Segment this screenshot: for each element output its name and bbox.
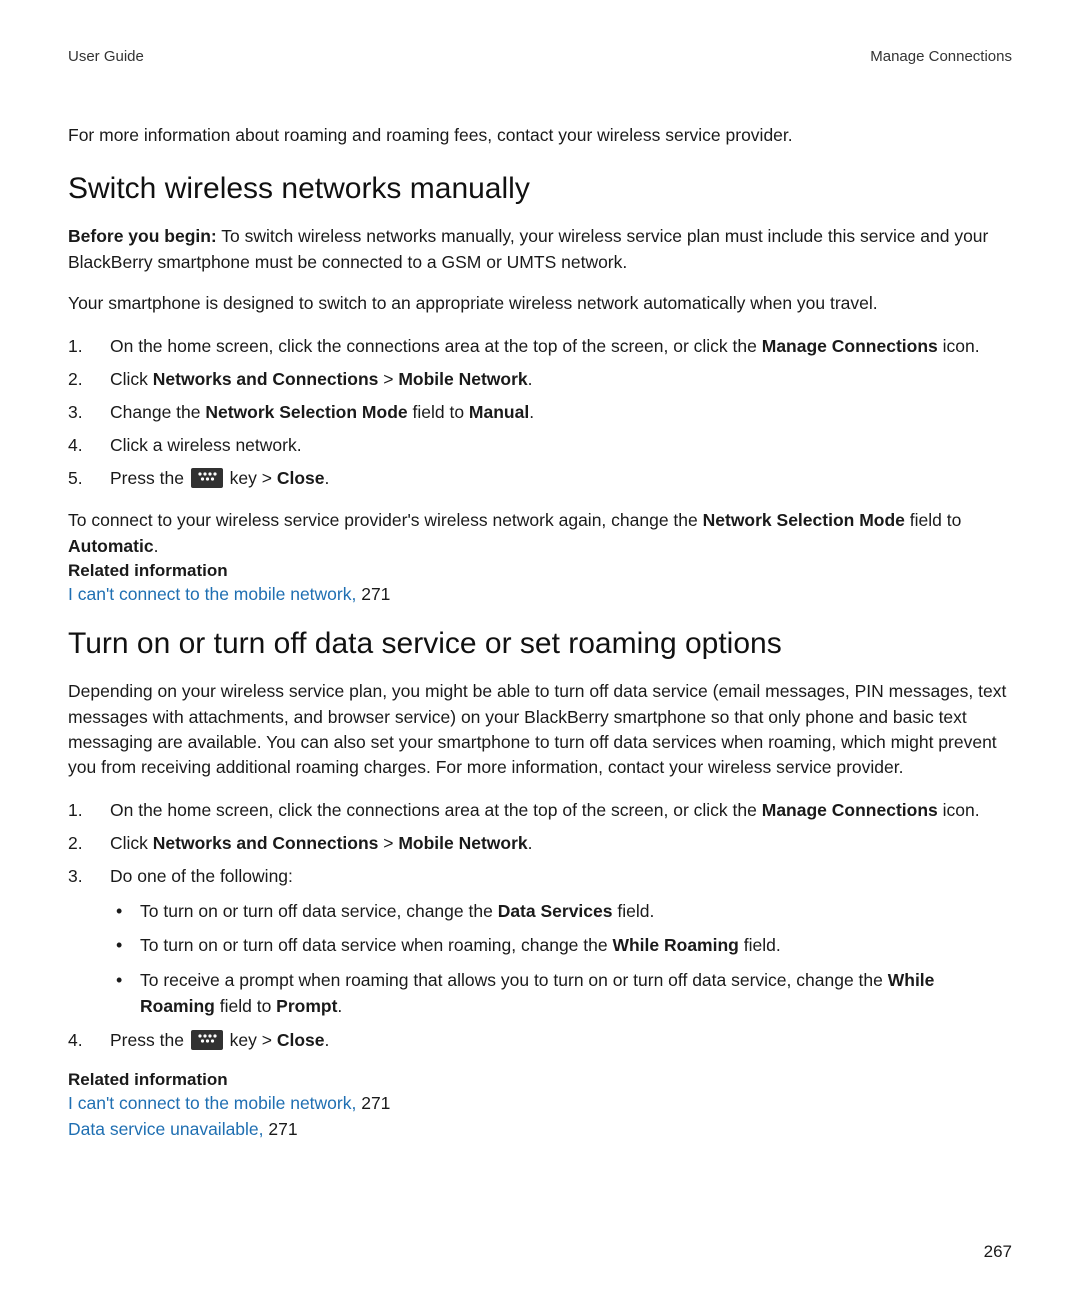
s2-sub3: To receive a prompt when roaming that al… [110,967,1012,1020]
section2-related-link1-row: I can't connect to the mobile network, 2… [68,1090,1012,1116]
page-number: 267 [984,1242,1012,1262]
section2-title: Turn on or turn off data service or set … [68,627,1012,661]
section1-related-heading: Related information [68,561,1012,581]
link-cant-connect-mobile-2[interactable]: I can't connect to the mobile network, [68,1093,356,1113]
page-header: User Guide Manage Connections [68,48,1012,65]
s1-step4: Click a wireless network. [68,432,1012,459]
section2-related-link2-row: Data service unavailable, 271 [68,1116,1012,1142]
header-left: User Guide [68,48,144,65]
s2-step3: Do one of the following: To turn on or t… [68,863,1012,1019]
section1-related-link-row: I can't connect to the mobile network, 2… [68,581,1012,607]
s1-step2: Click Networks and Connections > Mobile … [68,366,1012,393]
intro-paragraph: For more information about roaming and r… [68,123,1012,148]
s1-step1: On the home screen, click the connection… [68,333,1012,360]
section2-paragraph: Depending on your wireless service plan,… [68,679,1012,781]
before-you-begin-label: Before you begin: [68,226,217,246]
section1-paragraph: Your smartphone is designed to switch to… [68,291,1012,316]
document-page: User Guide Manage Connections For more i… [0,0,1080,1183]
s1-step5: Press the key > Close. [68,465,1012,492]
section2-steps: On the home screen, click the connection… [68,797,1012,1055]
header-right: Manage Connections [870,48,1012,65]
menu-key-icon [191,468,223,488]
link-cant-connect-mobile[interactable]: I can't connect to the mobile network, [68,584,356,604]
menu-key-icon [191,1030,223,1050]
link-data-service-unavailable[interactable]: Data service unavailable, [68,1119,264,1139]
section1-title: Switch wireless networks manually [68,172,1012,206]
s2-step3-sublist: To turn on or turn off data service, cha… [110,898,1012,1019]
s2-sub1: To turn on or turn off data service, cha… [110,898,1012,924]
section1-after: To connect to your wireless service prov… [68,508,1012,559]
s2-step4: Press the key > Close. [68,1027,1012,1054]
section1-steps: On the home screen, click the connection… [68,333,1012,493]
section1-before: Before you begin: To switch wireless net… [68,224,1012,275]
section2-related-heading: Related information [68,1070,1012,1090]
s2-sub2: To turn on or turn off data service when… [110,932,1012,958]
s1-step3: Change the Network Selection Mode field … [68,399,1012,426]
s2-step2: Click Networks and Connections > Mobile … [68,830,1012,857]
s2-step1: On the home screen, click the connection… [68,797,1012,824]
